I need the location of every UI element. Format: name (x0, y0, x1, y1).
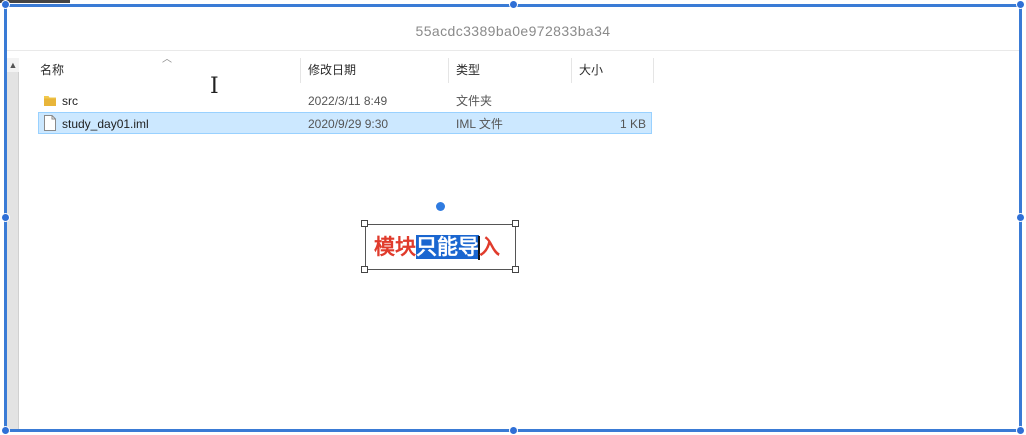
frame-handle-sw[interactable] (1, 426, 10, 435)
frame-handle-se[interactable] (1016, 426, 1025, 435)
frame-handle-nw[interactable] (1, 0, 10, 9)
window-edge (0, 0, 70, 3)
frame-handle-s[interactable] (509, 426, 518, 435)
frame-handle-e[interactable] (1016, 213, 1025, 222)
capture-selection-frame (4, 4, 1022, 432)
frame-handle-ne[interactable] (1016, 0, 1025, 9)
frame-handle-w[interactable] (1, 213, 10, 222)
frame-handle-n[interactable] (509, 0, 518, 9)
